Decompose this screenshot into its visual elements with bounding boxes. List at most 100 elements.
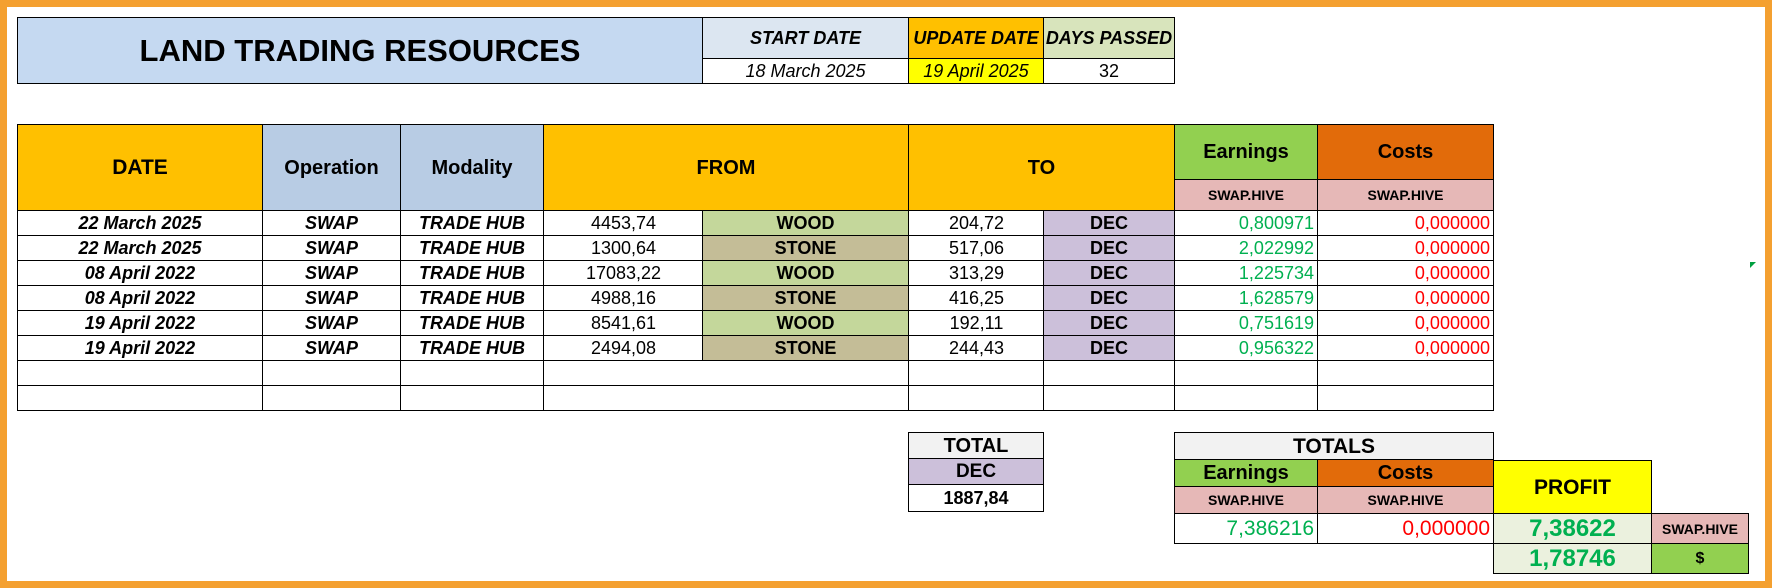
cell-earnings[interactable]: 0,800971 bbox=[1174, 210, 1318, 236]
cell-earnings[interactable]: 0,956322 bbox=[1174, 335, 1318, 361]
cell-to-amount[interactable] bbox=[908, 385, 1044, 411]
cell-operation[interactable]: SWAP bbox=[262, 285, 401, 311]
cell-to-resource[interactable]: DEC bbox=[1043, 285, 1175, 311]
cell-from-resource[interactable]: WOOD bbox=[702, 310, 909, 336]
cell-date[interactable]: 22 March 2025 bbox=[17, 210, 263, 236]
cell-operation[interactable]: SWAP bbox=[262, 335, 401, 361]
cell-to-amount[interactable]: 192,11 bbox=[908, 310, 1044, 336]
cell-earnings[interactable] bbox=[1174, 385, 1318, 411]
cell-costs[interactable]: 0,000000 bbox=[1317, 260, 1494, 286]
cell-to-resource[interactable]: DEC bbox=[1043, 235, 1175, 261]
profit-hive-value[interactable]: 7,38622 bbox=[1493, 513, 1652, 544]
cell-costs[interactable] bbox=[1317, 360, 1494, 386]
cell-from-resource[interactable]: WOOD bbox=[702, 260, 909, 286]
cell-modality[interactable]: TRADE HUB bbox=[400, 285, 544, 311]
cell-costs[interactable]: 0,000000 bbox=[1317, 210, 1494, 236]
start-date-value[interactable]: 18 March 2025 bbox=[702, 58, 909, 84]
days-passed-value[interactable]: 32 bbox=[1043, 58, 1175, 84]
cell-to-amount[interactable] bbox=[908, 360, 1044, 386]
cell-earnings[interactable]: 1,628579 bbox=[1174, 285, 1318, 311]
costs-unit-label: SWAP.HIVE bbox=[1317, 179, 1494, 211]
cell-from-amount[interactable]: 4453,74 bbox=[543, 210, 703, 236]
totals-label: TOTALS bbox=[1174, 432, 1494, 460]
cell-operation[interactable]: SWAP bbox=[262, 235, 401, 261]
cell-from-amount[interactable]: 17083,22 bbox=[543, 260, 703, 286]
total-unit-label: DEC bbox=[908, 458, 1044, 485]
cell-from-amount[interactable]: 1300,64 bbox=[543, 235, 703, 261]
cell-operation[interactable]: SWAP bbox=[262, 310, 401, 336]
cell-date[interactable]: 22 March 2025 bbox=[17, 235, 263, 261]
cell-from-amount[interactable]: 2494,08 bbox=[543, 335, 703, 361]
cell-from-amount[interactable] bbox=[543, 360, 909, 386]
totals-earnings-unit: SWAP.HIVE bbox=[1174, 486, 1318, 514]
totals-earnings-value[interactable]: 7,386216 bbox=[1174, 513, 1318, 544]
cell-modality[interactable]: TRADE HUB bbox=[400, 235, 544, 261]
col-header-date: DATE bbox=[17, 124, 263, 211]
totals-earnings-label: Earnings bbox=[1174, 459, 1318, 487]
cell-operation[interactable] bbox=[262, 360, 401, 386]
cell-costs[interactable]: 0,000000 bbox=[1317, 335, 1494, 361]
cell-costs[interactable]: 0,000000 bbox=[1317, 310, 1494, 336]
profit-usd-unit: $ bbox=[1651, 543, 1749, 574]
cell-modality[interactable]: TRADE HUB bbox=[400, 260, 544, 286]
totals-costs-label: Costs bbox=[1317, 459, 1494, 487]
cell-date[interactable]: 19 April 2022 bbox=[17, 335, 263, 361]
cell-to-resource[interactable]: DEC bbox=[1043, 310, 1175, 336]
cell-date[interactable] bbox=[17, 385, 263, 411]
cell-from-amount[interactable] bbox=[543, 385, 909, 411]
cell-from-resource[interactable]: WOOD bbox=[702, 210, 909, 236]
start-date-label: START DATE bbox=[702, 17, 909, 59]
cell-operation[interactable] bbox=[262, 385, 401, 411]
cell-to-resource[interactable] bbox=[1043, 360, 1175, 386]
cell-modality[interactable] bbox=[400, 360, 544, 386]
cell-to-resource[interactable] bbox=[1043, 385, 1175, 411]
cell-operation[interactable]: SWAP bbox=[262, 260, 401, 286]
totals-costs-value[interactable]: 0,000000 bbox=[1317, 513, 1494, 544]
cell-to-resource[interactable]: DEC bbox=[1043, 260, 1175, 286]
cell-modality[interactable]: TRADE HUB bbox=[400, 310, 544, 336]
cell-from-resource[interactable]: STONE bbox=[702, 235, 909, 261]
col-header-modality: Modality bbox=[400, 124, 544, 211]
cell-earnings[interactable]: 1,225734 bbox=[1174, 260, 1318, 286]
cell-modality[interactable]: TRADE HUB bbox=[400, 335, 544, 361]
days-passed-label: DAYS PASSED bbox=[1043, 17, 1175, 59]
totals-costs-unit: SWAP.HIVE bbox=[1317, 486, 1494, 514]
cell-earnings[interactable]: 2,022992 bbox=[1174, 235, 1318, 261]
page-title: LAND TRADING RESOURCES bbox=[17, 17, 703, 84]
cell-costs[interactable] bbox=[1317, 385, 1494, 411]
col-header-earnings: Earnings bbox=[1174, 124, 1318, 180]
cell-from-resource[interactable]: STONE bbox=[702, 285, 909, 311]
cell-to-amount[interactable]: 244,43 bbox=[908, 335, 1044, 361]
cell-to-resource[interactable]: DEC bbox=[1043, 335, 1175, 361]
cell-earnings[interactable]: 0,751619 bbox=[1174, 310, 1318, 336]
col-header-operation: Operation bbox=[262, 124, 401, 211]
cell-to-amount[interactable]: 517,06 bbox=[908, 235, 1044, 261]
cell-date[interactable] bbox=[17, 360, 263, 386]
cell-to-amount[interactable]: 416,25 bbox=[908, 285, 1044, 311]
cell-costs[interactable]: 0,000000 bbox=[1317, 235, 1494, 261]
cell-date[interactable]: 19 April 2022 bbox=[17, 310, 263, 336]
cell-earnings[interactable] bbox=[1174, 360, 1318, 386]
total-label: TOTAL bbox=[908, 432, 1044, 459]
cell-modality[interactable]: TRADE HUB bbox=[400, 210, 544, 236]
cell-date[interactable]: 08 April 2022 bbox=[17, 260, 263, 286]
profit-label: PROFIT bbox=[1493, 460, 1652, 514]
earnings-unit-label: SWAP.HIVE bbox=[1174, 179, 1318, 211]
cell-from-amount[interactable]: 4988,16 bbox=[543, 285, 703, 311]
cell-to-amount[interactable]: 204,72 bbox=[908, 210, 1044, 236]
cell-operation[interactable]: SWAP bbox=[262, 210, 401, 236]
cell-to-resource[interactable]: DEC bbox=[1043, 210, 1175, 236]
cell-to-amount[interactable]: 313,29 bbox=[908, 260, 1044, 286]
cell-costs[interactable]: 0,000000 bbox=[1317, 285, 1494, 311]
cell-modality[interactable] bbox=[400, 385, 544, 411]
total-dec-value[interactable]: 1887,84 bbox=[908, 484, 1044, 512]
cell-from-resource[interactable]: STONE bbox=[702, 335, 909, 361]
col-header-from: FROM bbox=[543, 124, 909, 211]
cell-from-amount[interactable]: 8541,61 bbox=[543, 310, 703, 336]
update-date-label: UPDATE DATE bbox=[908, 17, 1044, 59]
update-date-value[interactable]: 19 April 2025 bbox=[908, 58, 1044, 84]
profit-hive-unit: SWAP.HIVE bbox=[1651, 513, 1749, 544]
profit-usd-value[interactable]: 1,78746 bbox=[1493, 543, 1652, 574]
col-header-to: TO bbox=[908, 124, 1175, 211]
cell-date[interactable]: 08 April 2022 bbox=[17, 285, 263, 311]
